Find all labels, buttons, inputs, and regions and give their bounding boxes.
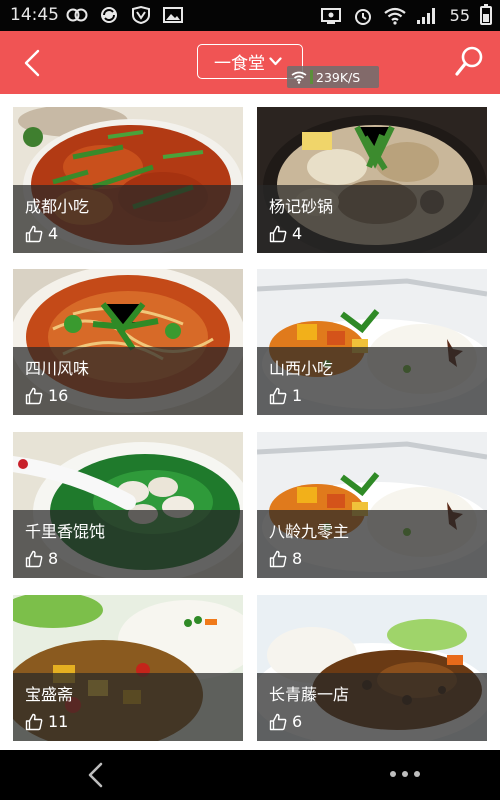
thumbs-up-icon xyxy=(269,550,287,567)
canteen-title: 一食堂 xyxy=(214,54,265,74)
restaurant-card[interactable]: 四川风味 16 xyxy=(13,269,243,415)
restaurant-name: 成都小吃 xyxy=(25,197,90,216)
like-count: 8 xyxy=(269,549,302,568)
thumbs-up-icon xyxy=(269,225,287,242)
like-count-value: 4 xyxy=(48,224,59,243)
link-icon xyxy=(66,8,88,22)
restaurant-name: 长青藤一店 xyxy=(269,685,350,704)
restaurant-name: 千里香馄饨 xyxy=(25,522,106,541)
alarm-icon xyxy=(354,8,371,25)
like-count: 8 xyxy=(25,549,58,568)
restaurant-name: 八龄九零主 xyxy=(269,522,350,541)
restaurant-card[interactable]: 八龄九零主 8 xyxy=(257,432,487,578)
restaurant-card[interactable]: 山西小吃 1 xyxy=(257,269,487,415)
like-count: 1 xyxy=(269,386,302,405)
screen-cast-icon xyxy=(320,7,341,24)
thumbs-up-icon xyxy=(25,713,43,730)
app-header: 一食堂 239K/S xyxy=(0,31,500,94)
battery-icon xyxy=(480,4,492,25)
like-count: 4 xyxy=(25,224,58,243)
restaurant-name: 杨记砂锅 xyxy=(269,197,334,216)
network-speed-toast: 239K/S xyxy=(287,66,379,88)
like-count-value: 8 xyxy=(292,549,303,568)
wifi-icon xyxy=(291,71,307,84)
shield-icon xyxy=(132,6,150,24)
nav-back-button[interactable] xyxy=(84,762,108,788)
status-bar: 14:45 55 xyxy=(0,0,500,31)
restaurant-grid: 成都小吃 4 杨记砂锅 4 四川风味 16 山西小吃 1 千里香馄饨 8 八龄九… xyxy=(0,94,500,750)
restaurant-card[interactable]: 千里香馄饨 8 xyxy=(13,432,243,578)
restaurant-name: 宝盛斋 xyxy=(25,685,74,704)
back-button[interactable] xyxy=(18,47,50,79)
like-count-value: 1 xyxy=(292,386,303,405)
wifi-icon xyxy=(383,7,406,25)
signal-icon xyxy=(416,7,435,24)
search-button[interactable] xyxy=(454,45,486,79)
thumbs-up-icon xyxy=(269,387,287,404)
image-icon xyxy=(163,7,183,23)
restaurant-card[interactable]: 宝盛斋 11 xyxy=(13,595,243,741)
like-count-value: 4 xyxy=(292,224,303,243)
restaurant-card[interactable]: 长青藤一店 6 xyxy=(257,595,487,741)
sync-icon xyxy=(101,7,117,23)
like-count-value: 8 xyxy=(48,549,59,568)
restaurant-name: 四川风味 xyxy=(25,359,90,378)
restaurant-name: 山西小吃 xyxy=(269,359,334,378)
thumbs-up-icon xyxy=(269,713,287,730)
more-options-button[interactable] xyxy=(388,768,422,780)
status-time: 14:45 xyxy=(10,5,59,25)
thumbs-up-icon xyxy=(25,550,43,567)
thumbs-up-icon xyxy=(25,387,43,404)
bottom-nav-bar xyxy=(0,750,500,800)
chevron-down-icon xyxy=(269,57,282,66)
thumbs-up-icon xyxy=(25,225,43,242)
like-count: 11 xyxy=(25,712,68,731)
like-count-value: 6 xyxy=(292,712,303,731)
battery-percent: 55 xyxy=(449,6,470,25)
restaurant-card[interactable]: 杨记砂锅 4 xyxy=(257,107,487,253)
like-count-value: 16 xyxy=(48,386,69,405)
like-count: 6 xyxy=(269,712,302,731)
like-count: 4 xyxy=(269,224,302,243)
like-count-value: 11 xyxy=(48,712,69,731)
speed-divider xyxy=(310,70,313,84)
network-speed: 239K/S xyxy=(316,69,361,85)
restaurant-card[interactable]: 成都小吃 4 xyxy=(13,107,243,253)
like-count: 16 xyxy=(25,386,68,405)
